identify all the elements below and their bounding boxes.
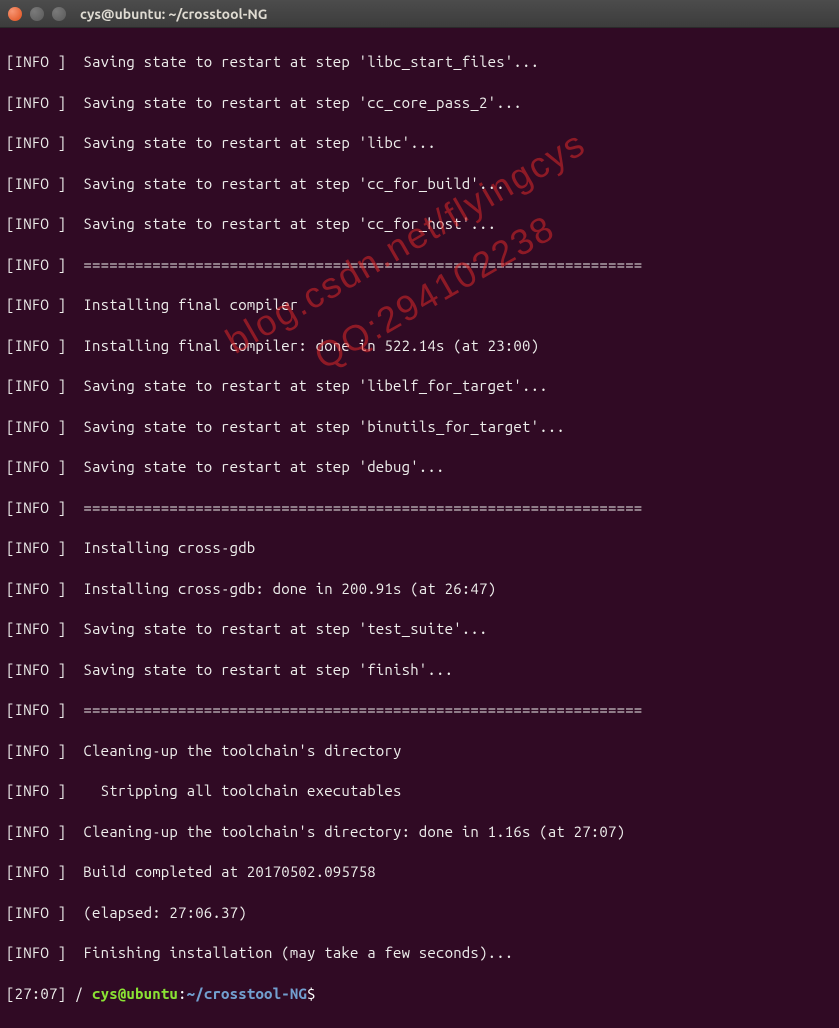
terminal-line: [INFO ] Saving state to restart at step … <box>6 174 833 194</box>
terminal-line: [INFO ] (elapsed: 27:06.37) <box>6 903 833 923</box>
terminal-line: [INFO ] Cleaning-up the toolchain's dire… <box>6 741 833 761</box>
maximize-icon[interactable] <box>52 7 66 21</box>
terminal-line: [INFO ] Build completed at 20170502.0957… <box>6 862 833 882</box>
terminal-line: [INFO ] Saving state to restart at step … <box>6 214 833 234</box>
terminal-line: [INFO ] Saving state to restart at step … <box>6 93 833 113</box>
terminal-line: [INFO ] Saving state to restart at step … <box>6 619 833 639</box>
prompt-colon: : <box>178 985 187 1002</box>
terminal-line: [INFO ] Saving state to restart at step … <box>6 133 833 153</box>
titlebar: cys@ubuntu: ~/crosstool-NG <box>0 0 839 28</box>
terminal-line: [INFO ] Stripping all toolchain executab… <box>6 781 833 801</box>
close-icon[interactable] <box>8 7 22 21</box>
prompt-time: [27:07] / <box>6 985 92 1002</box>
terminal-line: [INFO ] ================================… <box>6 700 833 720</box>
prompt-line: [27:07] / cys@ubuntu:~/crosstool-NG$ <box>6 984 833 1004</box>
terminal-line: [INFO ] Finishing installation (may take… <box>6 943 833 963</box>
prompt-dollar: $ <box>307 985 316 1002</box>
terminal-output[interactable]: [INFO ] Saving state to restart at step … <box>0 28 839 1028</box>
terminal-line: [INFO ] Saving state to restart at step … <box>6 417 833 437</box>
terminal-line: [INFO ] Cleaning-up the toolchain's dire… <box>6 822 833 842</box>
terminal-line: [INFO ] Installing cross-gdb <box>6 538 833 558</box>
terminal-line: [INFO ] ================================… <box>6 498 833 518</box>
window-title: cys@ubuntu: ~/crosstool-NG <box>80 6 267 22</box>
minimize-icon[interactable] <box>30 7 44 21</box>
prompt-user-host: cys@ubuntu <box>92 985 178 1002</box>
terminal-line: [INFO ] ================================… <box>6 255 833 275</box>
terminal-line: [INFO ] Saving state to restart at step … <box>6 660 833 680</box>
terminal-line: [INFO ] Installing final compiler: done … <box>6 336 833 356</box>
prompt-path: ~/crosstool-NG <box>187 985 307 1002</box>
terminal-line: [INFO ] Saving state to restart at step … <box>6 52 833 72</box>
terminal-line: [INFO ] Installing final compiler <box>6 295 833 315</box>
terminal-line: [INFO ] Saving state to restart at step … <box>6 457 833 477</box>
terminal-line: [INFO ] Saving state to restart at step … <box>6 376 833 396</box>
terminal-line: [INFO ] Installing cross-gdb: done in 20… <box>6 579 833 599</box>
window-controls <box>8 7 66 21</box>
